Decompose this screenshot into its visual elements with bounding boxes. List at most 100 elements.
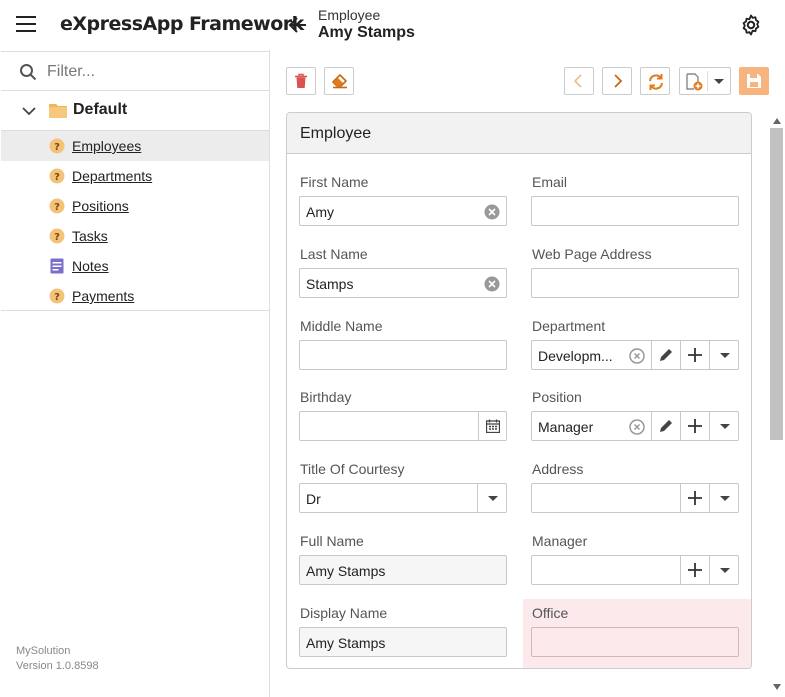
- business-object-icon: ?: [49, 138, 65, 154]
- birthday-label: Birthday: [300, 389, 352, 405]
- save-button[interactable]: [739, 67, 769, 95]
- sidebar-item-label: Payments: [72, 288, 135, 304]
- sidebar-item-notes[interactable]: Notes: [1, 251, 269, 281]
- position-value: Manager: [538, 419, 594, 435]
- plus-icon: [688, 563, 702, 577]
- dropdown-caret-icon[interactable]: [713, 78, 725, 86]
- employee-detail-panel: Employee First Name Amy Email Last Name …: [286, 112, 752, 669]
- add-button[interactable]: [680, 412, 709, 440]
- department-value: Developm...: [538, 348, 613, 364]
- new-object-split-button[interactable]: [679, 67, 731, 95]
- reset-view-settings-button[interactable]: [324, 67, 354, 95]
- dropdown-button[interactable]: [709, 412, 738, 440]
- department-label: Department: [532, 318, 606, 334]
- clear-icon[interactable]: [484, 276, 500, 292]
- dropdown-button[interactable]: [477, 484, 506, 512]
- nav-group-label: Default: [73, 101, 128, 118]
- panel-title: Employee: [300, 125, 372, 142]
- nav-group-default[interactable]: Default: [1, 91, 269, 131]
- clear-icon[interactable]: [629, 348, 645, 364]
- sidebar-item-label: Employees: [72, 138, 142, 154]
- office-field[interactable]: [531, 627, 739, 657]
- add-button[interactable]: [680, 341, 709, 369]
- first-name-label: First Name: [300, 174, 369, 190]
- add-button[interactable]: [680, 556, 709, 584]
- calendar-icon: [486, 419, 500, 433]
- app-title: eXpressApp Framework: [60, 13, 304, 35]
- sidebar-item-employees[interactable]: ? Employees: [1, 131, 269, 161]
- dropdown-button[interactable]: [709, 556, 738, 584]
- business-object-icon: ?: [49, 168, 65, 184]
- email-field[interactable]: [531, 196, 739, 226]
- caret-down-icon: [720, 424, 730, 429]
- address-label: Address: [532, 461, 584, 477]
- display-name-value: Amy Stamps: [306, 635, 386, 651]
- next-object-button[interactable]: [602, 67, 632, 95]
- chevron-left-icon: [573, 74, 582, 88]
- plus-icon: [688, 348, 702, 362]
- sidebar-item-payments[interactable]: ? Payments: [1, 281, 269, 311]
- sidebar-item-positions[interactable]: ? Positions: [1, 191, 269, 221]
- version-info: MySolution Version 1.0.8598: [16, 644, 99, 674]
- svg-text:?: ?: [54, 172, 60, 183]
- sidebar-item-label: Departments: [72, 168, 153, 184]
- manager-label: Manager: [532, 533, 588, 549]
- business-object-icon: ?: [49, 288, 65, 304]
- title-of-courtesy-value: Dr: [306, 491, 321, 507]
- dropdown-button[interactable]: [709, 484, 738, 512]
- clear-icon[interactable]: [484, 204, 500, 220]
- birthday-field[interactable]: [299, 411, 507, 441]
- pencil-icon: [660, 420, 672, 432]
- caret-down-icon: [720, 568, 730, 573]
- sidebar-item-tasks[interactable]: ? Tasks: [1, 221, 269, 251]
- object-caption: Amy Stamps: [318, 24, 415, 41]
- last-name-value: Stamps: [306, 276, 354, 292]
- department-lookup[interactable]: Developm...: [531, 340, 739, 370]
- gear-icon[interactable]: [739, 13, 763, 37]
- add-button[interactable]: [680, 484, 709, 512]
- delete-button[interactable]: [286, 67, 316, 95]
- last-name-field[interactable]: Stamps: [299, 268, 507, 298]
- panel-header: Employee: [287, 113, 751, 154]
- first-name-field[interactable]: Amy: [299, 196, 507, 226]
- calendar-button[interactable]: [478, 412, 506, 440]
- sidebar-item-label: Positions: [72, 198, 129, 214]
- address-lookup[interactable]: [531, 483, 739, 513]
- sidebar-item-departments[interactable]: ? Departments: [1, 161, 269, 191]
- svg-text:?: ?: [54, 142, 60, 153]
- scroll-up-arrow-icon[interactable]: [772, 117, 782, 125]
- scrollbar-thumb[interactable]: [770, 128, 783, 440]
- pencil-icon: [660, 349, 672, 361]
- manager-lookup[interactable]: [531, 555, 739, 585]
- hamburger-menu-icon[interactable]: [16, 16, 36, 34]
- full-name-label: Full Name: [300, 533, 364, 549]
- trash-icon: [295, 73, 307, 88]
- display-name-label: Display Name: [300, 605, 388, 621]
- web-page-field[interactable]: [531, 268, 739, 298]
- svg-text:?: ?: [54, 292, 60, 303]
- refresh-button[interactable]: [640, 67, 670, 95]
- nav-filter: [1, 51, 269, 91]
- position-lookup[interactable]: Manager: [531, 411, 739, 441]
- sidebar-item-label: Notes: [72, 258, 109, 274]
- display-name-field: Amy Stamps: [299, 627, 507, 657]
- full-name-field: Amy Stamps: [299, 555, 507, 585]
- dropdown-button[interactable]: [709, 341, 738, 369]
- note-icon: [50, 258, 64, 274]
- chevron-down-icon[interactable]: [21, 103, 37, 119]
- nav-filter-input[interactable]: [47, 60, 257, 84]
- clear-icon[interactable]: [629, 419, 645, 435]
- back-arrow-icon[interactable]: [286, 13, 310, 37]
- edit-button[interactable]: [651, 412, 680, 440]
- middle-name-label: Middle Name: [300, 318, 383, 334]
- folder-icon: [49, 104, 67, 118]
- scroll-down-arrow-icon[interactable]: [772, 683, 782, 691]
- first-name-value: Amy: [306, 204, 334, 220]
- edit-button[interactable]: [651, 341, 680, 369]
- middle-name-field[interactable]: [299, 340, 507, 370]
- title-of-courtesy-select[interactable]: Dr: [299, 483, 507, 513]
- previous-object-button[interactable]: [564, 67, 594, 95]
- office-label: Office: [532, 605, 569, 621]
- new-document-icon: [686, 73, 703, 91]
- app-header: eXpressApp Framework Employee Amy Stamps: [0, 0, 785, 50]
